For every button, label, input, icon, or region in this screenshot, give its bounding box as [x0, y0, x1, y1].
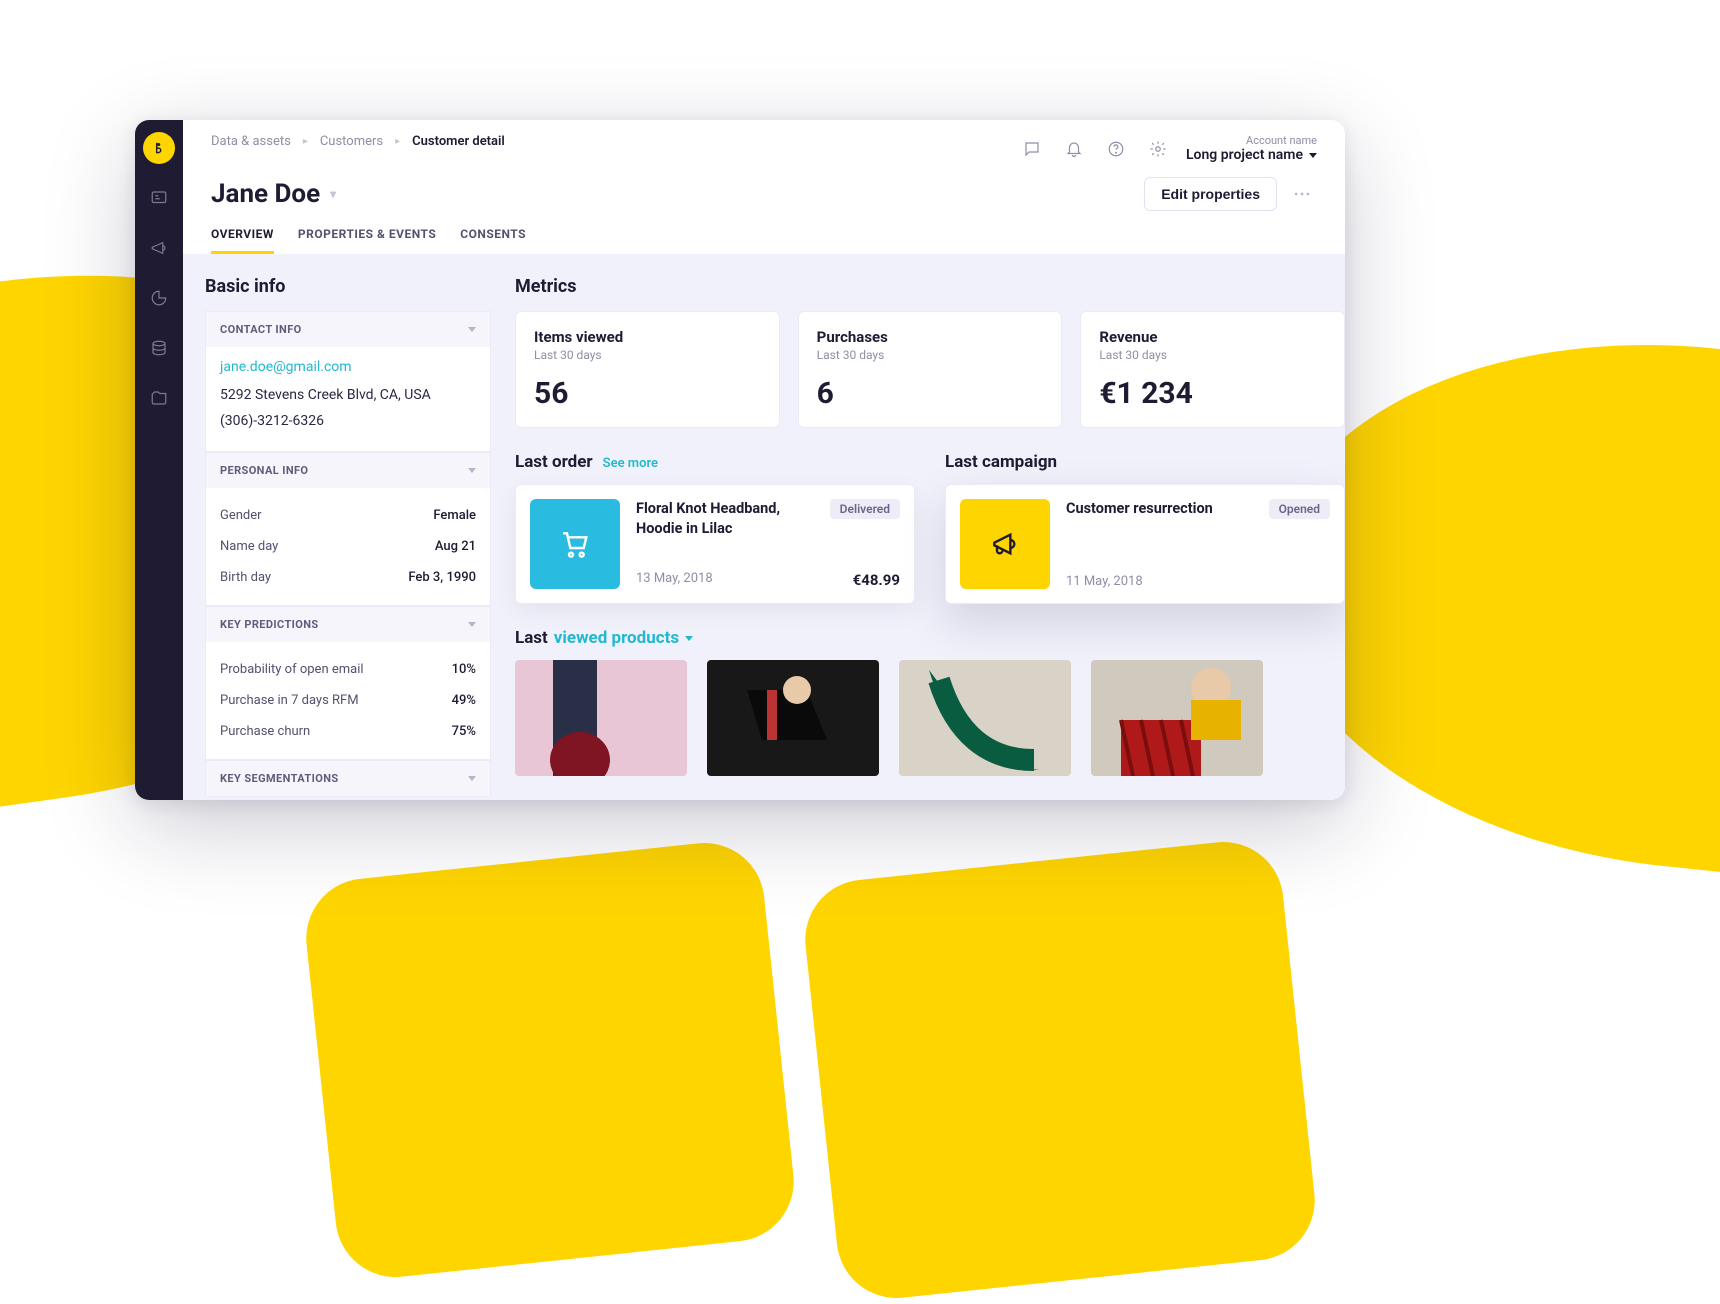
more-menu-icon[interactable] [1287, 179, 1317, 209]
customer-address: 5292 Stevens Creek Blvd, CA, USA [220, 387, 476, 403]
chevron-down-icon [468, 468, 476, 473]
breadcrumb-item-data-assets[interactable]: Data & assets [211, 134, 291, 149]
help-icon[interactable] [1102, 135, 1130, 163]
viewed-products-prefix: Last [515, 628, 548, 648]
last-campaign-card[interactable]: Customer resurrection Opened 11 May, 201… [945, 484, 1345, 604]
tabs: OVERVIEW PROPERTIES & EVENTS CONSENTS [211, 227, 1317, 254]
predictions-label: KEY PREDICTIONS [220, 618, 319, 631]
project-name: Long project name [1186, 147, 1303, 163]
overview-main: Metrics Items viewed Last 30 days 56 Pur… [491, 254, 1345, 800]
gear-icon[interactable] [1144, 135, 1172, 163]
nav-analytics-icon[interactable] [143, 282, 175, 314]
nav-assets-icon[interactable] [143, 382, 175, 414]
app-window: Data & assets ▸ Customers ▸ Customer det… [135, 120, 1345, 800]
main-area: Data & assets ▸ Customers ▸ Customer det… [183, 120, 1345, 800]
last-campaign-heading: Last campaign [945, 452, 1057, 472]
nav-dashboard-icon[interactable] [143, 182, 175, 214]
personal-row: GenderFemale [220, 500, 476, 531]
comments-icon[interactable] [1018, 135, 1046, 163]
logo-icon[interactable] [143, 132, 175, 164]
customer-phone: (306)-3212-6326 [220, 413, 476, 429]
chevron-down-icon [1309, 153, 1317, 158]
basic-info-heading: Basic info [205, 276, 491, 297]
account-switcher[interactable]: Account name Long project name [1186, 134, 1317, 163]
bell-icon[interactable] [1060, 135, 1088, 163]
bg-accent-bottom-2 [799, 836, 1320, 1304]
topbar: Data & assets ▸ Customers ▸ Customer det… [183, 120, 1345, 254]
contact-info-header[interactable]: CONTACT INFO [206, 312, 490, 347]
contact-info-section: CONTACT INFO jane.doe@gmail.com 5292 Ste… [205, 311, 491, 452]
account-label: Account name [1186, 134, 1317, 147]
nav-data-icon[interactable] [143, 332, 175, 364]
chevron-down-icon [468, 327, 476, 332]
order-title: Floral Knot Headband, Hoodie in Lilac [636, 499, 816, 538]
see-more-link[interactable]: See more [603, 456, 658, 471]
viewed-products-value: viewed products [554, 628, 679, 648]
chevron-down-icon [685, 636, 693, 641]
viewed-products-dropdown[interactable]: Last viewed products [515, 628, 1345, 648]
personal-info-header[interactable]: PERSONAL INFO [206, 453, 490, 488]
personal-info-section: PERSONAL INFO GenderFemale Name dayAug 2… [205, 452, 491, 606]
status-badge: Opened [1269, 499, 1330, 519]
product-thumb[interactable] [515, 660, 687, 776]
chevron-down-icon: ▾ [330, 187, 336, 201]
personal-row: Name dayAug 21 [220, 531, 476, 562]
product-thumb[interactable] [707, 660, 879, 776]
last-order-card[interactable]: Floral Knot Headband, Hoodie in Lilac De… [515, 484, 915, 604]
product-thumb[interactable] [899, 660, 1071, 776]
metrics-heading: Metrics [515, 276, 1345, 297]
breadcrumb-sep: ▸ [303, 136, 308, 147]
nav-campaigns-icon[interactable] [143, 232, 175, 264]
chevron-down-icon [468, 622, 476, 627]
chevron-down-icon [468, 776, 476, 781]
tab-properties-events[interactable]: PROPERTIES & EVENTS [298, 227, 436, 254]
customer-email[interactable]: jane.doe@gmail.com [220, 359, 476, 375]
breadcrumb: Data & assets ▸ Customers ▸ Customer det… [211, 134, 505, 149]
personal-row: Birth dayFeb 3, 1990 [220, 562, 476, 593]
sidebar [135, 120, 183, 800]
breadcrumb-sep: ▸ [395, 136, 400, 147]
order-price: €48.99 [853, 571, 900, 589]
metric-card-items-viewed: Items viewed Last 30 days 56 [515, 311, 780, 428]
megaphone-icon [960, 499, 1050, 589]
predictions-header[interactable]: KEY PREDICTIONS [206, 607, 490, 642]
tab-overview[interactable]: OVERVIEW [211, 227, 274, 254]
bg-accent-bottom-1 [300, 837, 799, 1283]
cart-icon [530, 499, 620, 589]
metric-card-purchases: Purchases Last 30 days 6 [798, 311, 1063, 428]
metric-card-revenue: Revenue Last 30 days €1 234 [1080, 311, 1345, 428]
product-thumb[interactable] [1091, 660, 1263, 776]
personal-info-label: PERSONAL INFO [220, 464, 308, 477]
segmentations-section: KEY SEGMENTATIONS [205, 760, 491, 797]
breadcrumb-item-customers[interactable]: Customers [320, 134, 383, 149]
product-thumbnails [515, 660, 1345, 776]
prediction-row: Purchase churn75% [220, 716, 476, 747]
status-badge: Delivered [830, 499, 900, 519]
prediction-row: Probability of open email10% [220, 654, 476, 685]
edit-properties-button[interactable]: Edit properties [1144, 177, 1277, 211]
customer-name-dropdown[interactable]: Jane Doe ▾ [211, 179, 336, 209]
campaign-date: 11 May, 2018 [1066, 574, 1143, 589]
tab-consents[interactable]: CONSENTS [460, 227, 526, 254]
last-order-heading: Last order [515, 452, 593, 472]
page-title: Jane Doe [211, 179, 320, 209]
segmentations-header[interactable]: KEY SEGMENTATIONS [206, 761, 490, 796]
prediction-row: Purchase in 7 days RFM49% [220, 685, 476, 716]
contact-info-label: CONTACT INFO [220, 323, 302, 336]
breadcrumb-item-current: Customer detail [412, 134, 505, 149]
order-date: 13 May, 2018 [636, 571, 713, 589]
predictions-section: KEY PREDICTIONS Probability of open emai… [205, 606, 491, 760]
segmentations-label: KEY SEGMENTATIONS [220, 772, 339, 785]
campaign-title: Customer resurrection [1066, 499, 1213, 519]
basic-info-panel: Basic info CONTACT INFO jane.doe@gmail.c… [183, 254, 491, 800]
